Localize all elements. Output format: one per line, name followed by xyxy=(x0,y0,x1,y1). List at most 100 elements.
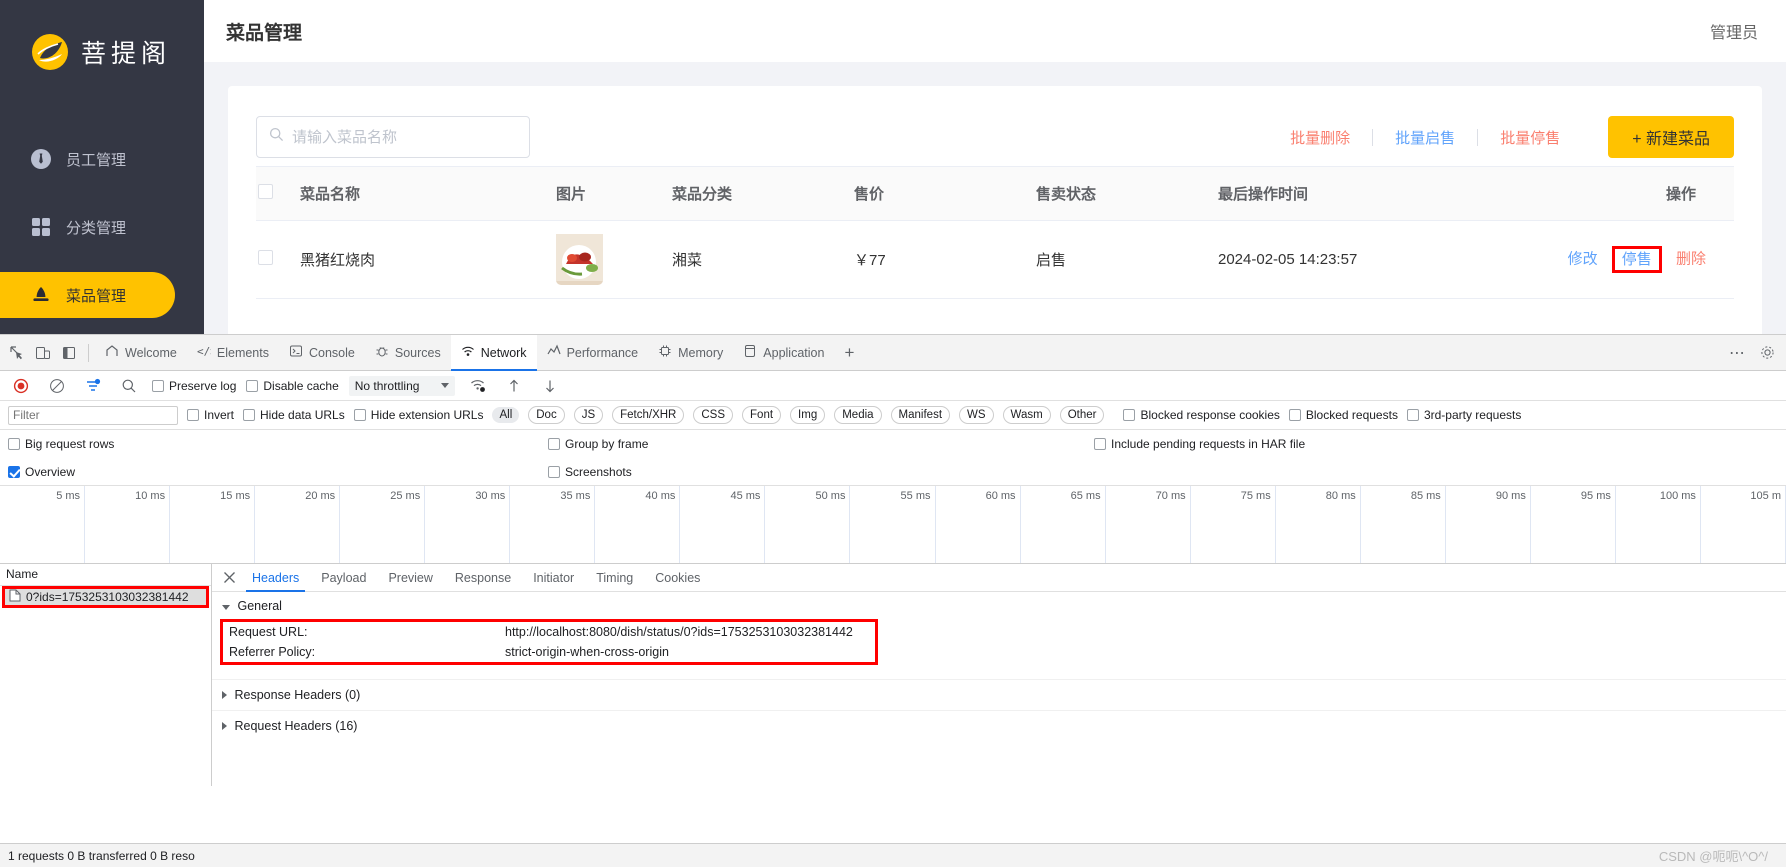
tab-application[interactable]: Application xyxy=(733,335,834,371)
cell-operations: 修改 停售 删除 xyxy=(1464,220,1734,299)
section-label: Response Headers (0) xyxy=(234,688,361,702)
resource-type-ws[interactable]: WS xyxy=(959,406,994,424)
select-all-cell xyxy=(256,166,300,221)
resource-type-media[interactable]: Media xyxy=(834,406,882,424)
tab-console[interactable]: Console xyxy=(279,335,365,371)
col-name: 菜品名称 xyxy=(300,166,556,221)
sidebar-item-dish[interactable]: 菜品管理 xyxy=(0,272,204,318)
network-conditions-icon[interactable] xyxy=(465,373,491,399)
export-har-icon[interactable] xyxy=(537,373,563,399)
cell-status: 启售 xyxy=(1036,220,1218,299)
close-icon[interactable] xyxy=(218,567,240,589)
dish-thumbnail[interactable] xyxy=(556,234,603,285)
throttling-select[interactable]: No throttling xyxy=(348,375,456,396)
device-toolbar-icon[interactable] xyxy=(30,340,56,366)
options-row-2: Overview Screenshots xyxy=(0,458,1786,486)
invert-checkbox[interactable]: Invert xyxy=(187,408,234,422)
tab-label: Application xyxy=(763,345,825,360)
detail-tab-timing[interactable]: Timing xyxy=(586,564,643,592)
response-headers-section[interactable]: Response Headers (0) xyxy=(212,679,1786,710)
resource-type-img[interactable]: Img xyxy=(790,406,826,424)
blocked-response-cookies-checkbox[interactable]: Blocked response cookies xyxy=(1123,408,1280,422)
request-url-key: Request URL: xyxy=(229,625,308,639)
tab-label: Memory xyxy=(678,345,724,360)
stop-sale-button[interactable]: 停售 xyxy=(1622,251,1652,268)
search-box[interactable] xyxy=(256,116,530,158)
timeline-tick-label: 65 ms xyxy=(1070,490,1101,502)
detail-tab-preview[interactable]: Preview xyxy=(378,564,442,592)
tab-performance[interactable]: Performance xyxy=(537,335,649,371)
resource-type-manifest[interactable]: Manifest xyxy=(890,406,951,424)
detail-tab-headers[interactable]: Headers xyxy=(242,564,309,592)
col-ops: 操作 xyxy=(1464,166,1734,221)
card-toolbar: 批量删除 批量启售 批量停售 + 新建菜品 xyxy=(256,108,1734,166)
clear-icon[interactable] xyxy=(44,373,70,399)
toggle-drawer-icon[interactable] xyxy=(56,340,82,366)
resource-type-doc[interactable]: Doc xyxy=(528,406,565,424)
search-input[interactable] xyxy=(292,128,517,146)
preserve-log-checkbox[interactable]: Preserve log xyxy=(152,379,236,393)
sidebar-item-employee[interactable]: 员工管理 xyxy=(0,136,204,182)
general-section-header[interactable]: General xyxy=(212,592,1786,619)
cell-price: ￥77 xyxy=(854,220,1036,299)
sidebar-item-category[interactable]: 分类管理 xyxy=(0,204,204,250)
big-request-rows-checkbox[interactable]: Big request rows xyxy=(8,437,114,451)
disable-cache-checkbox[interactable]: Disable cache xyxy=(246,379,339,393)
table-row[interactable]: 黑猪红烧肉 湘菜 ￥77 启售 2024-02-05 14:23:57 修改 停… xyxy=(256,220,1734,299)
detail-tab-payload[interactable]: Payload xyxy=(311,564,376,592)
request-headers-section[interactable]: Request Headers (16) xyxy=(212,710,1786,741)
tab-welcome[interactable]: Welcome xyxy=(95,335,187,371)
filter-input[interactable] xyxy=(8,405,178,425)
batch-delete-button[interactable]: 批量删除 xyxy=(1268,127,1372,148)
third-party-requests-checkbox[interactable]: 3rd-party requests xyxy=(1406,408,1521,422)
network-split-view: Name 0?ids=1753253103032381442 Headers P… xyxy=(0,564,1786,786)
select-all-checkbox[interactable] xyxy=(258,184,273,199)
tab-network[interactable]: Network xyxy=(450,334,537,371)
timeline-tick: 65 ms xyxy=(1021,486,1106,563)
group-by-frame-checkbox[interactable]: Group by frame xyxy=(548,437,648,451)
resource-type-js[interactable]: JS xyxy=(573,406,604,424)
hide-extension-urls-checkbox[interactable]: Hide extension URLs xyxy=(353,408,483,422)
checkbox-label: Big request rows xyxy=(25,437,115,451)
filter-icon[interactable] xyxy=(80,373,106,399)
detail-tab-cookies[interactable]: Cookies xyxy=(645,564,710,592)
resource-type-wasm[interactable]: Wasm xyxy=(1002,406,1051,424)
settings-gear-icon[interactable] xyxy=(1754,340,1780,366)
tab-sources[interactable]: Sources xyxy=(365,335,451,371)
add-panel-button[interactable]: + xyxy=(834,343,864,363)
detail-tab-response[interactable]: Response xyxy=(445,564,521,592)
new-dish-button[interactable]: + 新建菜品 xyxy=(1608,116,1734,158)
referrer-policy-row: Referrer Policy: strict-origin-when-cros… xyxy=(223,642,875,662)
edit-button[interactable]: 修改 xyxy=(1568,250,1598,267)
network-overview-timeline[interactable]: 5 ms 10 ms 15 ms 20 ms 25 ms 30 ms 35 ms 40 ms 4… xyxy=(0,486,1786,564)
resource-type-all[interactable]: All xyxy=(492,407,520,423)
inspect-element-icon[interactable] xyxy=(4,340,30,366)
import-har-icon[interactable] xyxy=(501,373,527,399)
brand-name: 菩提阁 xyxy=(81,40,172,68)
screenshots-checkbox[interactable]: Screenshots xyxy=(548,465,632,479)
search-icon[interactable] xyxy=(116,373,142,399)
resource-type-other[interactable]: Other xyxy=(1059,406,1105,424)
overview-checkbox[interactable]: Overview xyxy=(8,465,75,479)
request-url-value[interactable]: http://localhost:8080/dish/status/0?ids=… xyxy=(505,625,853,639)
timeline-tick: 100 ms xyxy=(1616,486,1701,563)
batch-disable-button[interactable]: 批量停售 xyxy=(1478,127,1582,148)
more-options-icon[interactable]: ⋯ xyxy=(1724,340,1750,366)
hide-data-urls-checkbox[interactable]: Hide data URLs xyxy=(243,408,345,422)
record-icon[interactable] xyxy=(8,373,34,399)
request-row[interactable]: 0?ids=1753253103032381442 xyxy=(2,586,209,608)
row-checkbox[interactable] xyxy=(258,250,273,265)
document-icon xyxy=(9,589,21,605)
tab-memory[interactable]: Memory xyxy=(648,335,733,371)
resource-type-css[interactable]: CSS xyxy=(693,406,734,424)
include-pending-checkbox[interactable]: Include pending requests in HAR file xyxy=(1094,437,1305,451)
blocked-requests-checkbox[interactable]: Blocked requests xyxy=(1288,408,1398,422)
resource-type-font[interactable]: Font xyxy=(742,406,782,424)
resource-type-fetch-xhr[interactable]: Fetch/XHR xyxy=(612,406,685,424)
timeline-tick: 80 ms xyxy=(1276,486,1361,563)
batch-enable-button[interactable]: 批量启售 xyxy=(1373,127,1477,148)
tab-elements[interactable]: </> Elements xyxy=(187,335,279,371)
delete-button[interactable]: 删除 xyxy=(1676,250,1706,267)
stop-sale-highlight: 停售 xyxy=(1611,246,1662,273)
detail-tab-initiator[interactable]: Initiator xyxy=(523,564,584,592)
